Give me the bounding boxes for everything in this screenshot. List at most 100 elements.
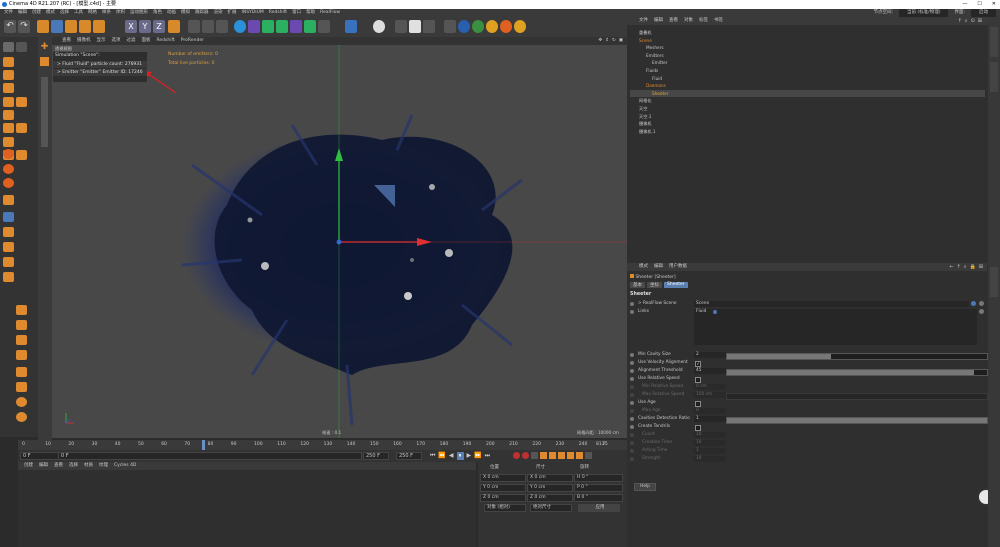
preview-end-field[interactable]: 250 F <box>363 452 389 460</box>
key-param-icon[interactable] <box>567 452 574 459</box>
timeline-ruler[interactable]: 0 10 20 30 40 50 60 70 80 90 100 110 120 130 140 150 160… <box>18 440 627 450</box>
move-icon[interactable] <box>51 20 63 33</box>
maximize-button[interactable]: ☐ <box>977 0 981 9</box>
x-axis-button[interactable]: X <box>125 20 137 33</box>
transform-icon[interactable] <box>93 20 105 33</box>
menu-tracker[interactable]: 跟踪器 <box>195 9 209 17</box>
qb-icon[interactable] <box>458 20 470 33</box>
rotation-h-field[interactable]: H 0 ° <box>574 474 623 482</box>
vp-menu-view[interactable]: 查看 <box>62 37 71 45</box>
redshift-b-icon[interactable] <box>3 164 14 174</box>
key-scale-icon[interactable] <box>549 452 556 459</box>
links-list[interactable]: Fluid <box>694 309 977 345</box>
position-x-field[interactable]: X 0 cm <box>480 474 526 482</box>
field-icon[interactable] <box>304 20 316 33</box>
menu-mode[interactable]: 模式 <box>46 9 55 17</box>
rotation-p-field[interactable]: P 0 ° <box>574 484 623 492</box>
realflow-scene-field[interactable]: Scene <box>694 301 969 307</box>
cube-icon[interactable] <box>234 20 246 33</box>
magnet-icon[interactable] <box>3 257 14 267</box>
vp-menu-camera[interactable]: 摄像机 <box>77 37 91 45</box>
vp-menu-options[interactable]: 选项 <box>112 37 121 45</box>
viewport-layout-icon[interactable]: ▣ <box>619 37 623 45</box>
am-menu-userdata[interactable]: 用户数据 <box>669 263 687 271</box>
max-age-field[interactable]: 0 <box>694 408 726 414</box>
size-mode-select[interactable]: 绝对尺寸 <box>530 504 572 512</box>
bevel-icon[interactable] <box>16 150 27 160</box>
goto-end-icon[interactable]: ⏭ <box>485 452 490 460</box>
viewport-move-icon[interactable]: ✚ <box>40 43 49 52</box>
extrude-icon[interactable] <box>16 123 27 133</box>
key-pos-icon[interactable] <box>540 452 547 459</box>
s-plugin-icon[interactable] <box>500 20 512 33</box>
rotation-b-field[interactable]: B 0 ° <box>574 494 623 502</box>
om-row-sheeter[interactable]: Sheeter <box>630 89 985 98</box>
play-icon[interactable]: ⏸ <box>456 452 464 460</box>
menu-tools[interactable]: 工具 <box>74 9 83 17</box>
om-new-view-icon[interactable]: ⊞ <box>978 17 982 25</box>
vp-menu-panel[interactable]: 面板 <box>142 37 151 45</box>
scene-picker-icon[interactable] <box>979 301 984 306</box>
mat-menu-select[interactable]: 选择 <box>69 462 78 470</box>
redshift-s-icon[interactable] <box>3 149 14 159</box>
om-row-camera[interactable]: 摄像机 <box>630 120 985 128</box>
am-back-icon[interactable]: ← <box>949 263 953 271</box>
b-plugin-icon[interactable] <box>472 20 484 33</box>
alignment-threshold-field[interactable]: 45 <box>694 368 726 374</box>
record-keys-icon[interactable] <box>513 452 520 459</box>
vp-menu-prorender[interactable]: ProRender <box>181 37 204 45</box>
goto-start-icon[interactable]: ⏮ <box>430 452 435 460</box>
am-new-icon[interactable]: ⊞ <box>979 263 983 271</box>
menu-render[interactable]: 渲染 <box>214 9 223 17</box>
3d-viewport[interactable]: 透视视图 Simulation "Scene": > Fluid "Fluid"… <box>52 45 627 438</box>
node-space-select[interactable]: 当前 (标准/物理) <box>899 9 949 17</box>
tab-basic[interactable]: 基本 <box>630 282 645 288</box>
om-row-fluids[interactable]: Fluids <box>630 67 985 75</box>
mat-menu-view[interactable]: 查看 <box>54 462 63 470</box>
dots-grid2-icon[interactable] <box>16 320 27 330</box>
deformer-icon[interactable] <box>290 20 302 33</box>
prev-key-icon[interactable]: ⏪ <box>438 452 445 460</box>
render-view-icon[interactable] <box>188 20 200 33</box>
om-filter-icon[interactable]: ⊙ <box>971 17 975 25</box>
position-y-field[interactable]: Y 0 cm <box>480 484 526 492</box>
om-row-emitter[interactable]: Emitter <box>630 59 985 67</box>
am-menu-edit[interactable]: 编辑 <box>654 263 663 271</box>
menu-edit[interactable]: 编辑 <box>18 9 27 17</box>
cavities-ratio-field[interactable]: 1 <box>694 416 726 422</box>
undo-icon[interactable]: ↶ <box>4 20 16 33</box>
menu-animate[interactable]: 动画 <box>167 9 176 17</box>
viewport-zoom-icon[interactable]: ⇕ <box>605 37 609 45</box>
side-tab-3[interactable] <box>990 267 998 297</box>
min-relative-speed-field[interactable]: 0 cm <box>694 384 726 390</box>
viewport-sheeter-icon[interactable] <box>40 57 49 66</box>
om-row-camera-1[interactable]: 摄像机.1 <box>630 128 985 136</box>
menu-create[interactable]: 创建 <box>32 9 41 17</box>
arc-icon[interactable] <box>16 382 27 392</box>
menu-realflow[interactable]: RealFlow <box>320 9 340 17</box>
om-row-daemons[interactable]: Daemons <box>630 82 985 90</box>
tab-coordinates[interactable]: 坐标 <box>647 282 662 288</box>
vp-menu-filter[interactable]: 过滤 <box>127 37 136 45</box>
max-relative-speed-field[interactable]: 100 cm <box>694 392 726 398</box>
next-key-icon[interactable]: ⏩ <box>474 452 481 460</box>
settings-gear-icon[interactable] <box>514 20 526 33</box>
live-select-icon[interactable] <box>37 20 49 33</box>
tab-sheeter[interactable]: Sheeter <box>664 282 688 288</box>
apply-button[interactable]: 应用 <box>578 504 620 512</box>
layout-select[interactable]: 启动 <box>971 9 996 17</box>
coordinate-system-icon[interactable] <box>168 20 180 33</box>
redo-icon[interactable]: ↷ <box>18 20 30 33</box>
playhead[interactable] <box>202 440 205 450</box>
om-row-sky-1[interactable]: 天空.1 <box>630 113 985 121</box>
axis-mode-icon[interactable] <box>3 137 14 147</box>
om-row-sky[interactable]: 天空 <box>630 105 985 113</box>
strength-field[interactable]: 10 <box>694 456 726 462</box>
viewport-rotate-icon[interactable]: ↻ <box>612 37 616 45</box>
menu-mesh[interactable]: 网格 <box>88 9 97 17</box>
use-age-checkbox[interactable] <box>695 400 701 407</box>
menu-file[interactable]: 文件 <box>4 9 13 17</box>
texture-mode-icon[interactable] <box>3 70 14 80</box>
size-y-field[interactable]: Y 0 cm <box>527 484 573 492</box>
key-pla-icon[interactable] <box>576 452 583 459</box>
